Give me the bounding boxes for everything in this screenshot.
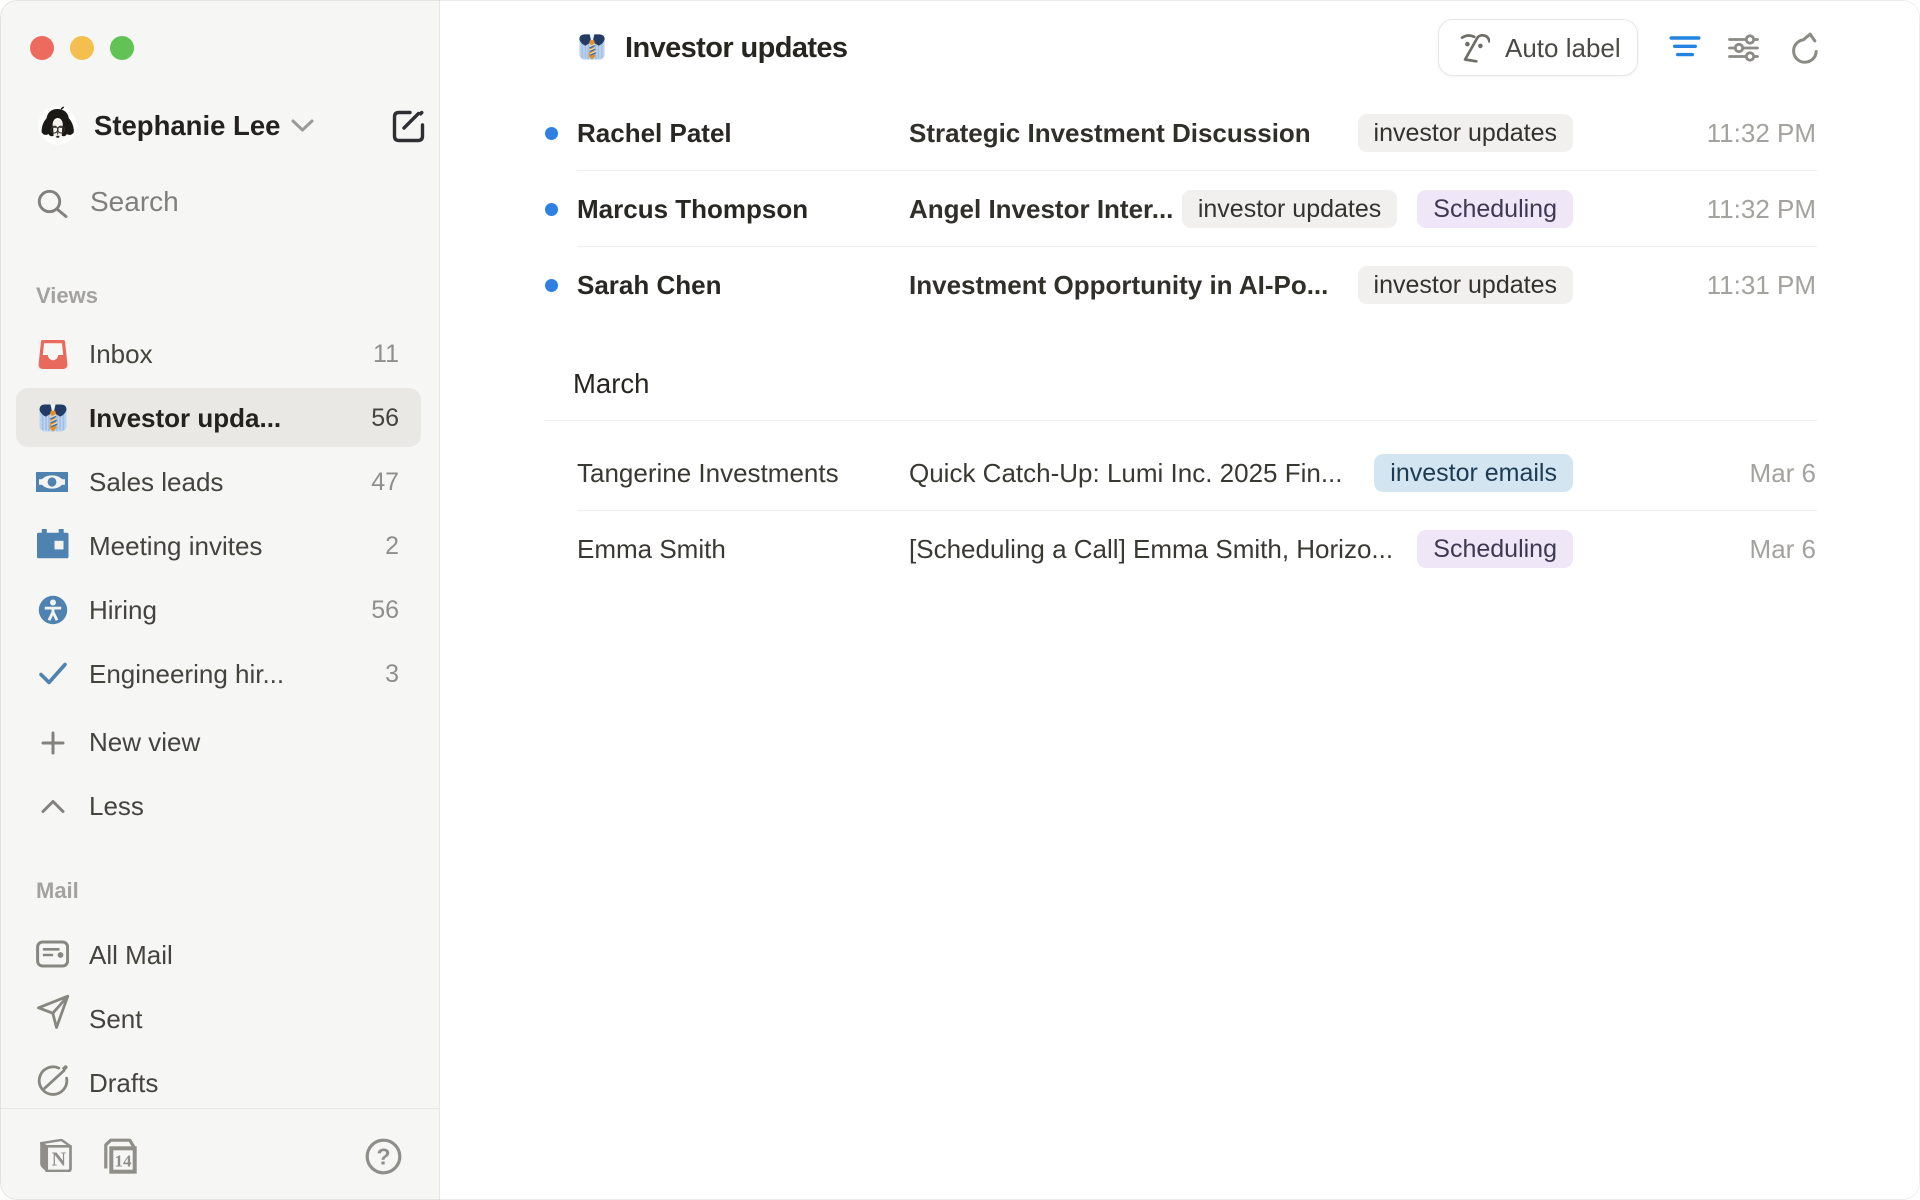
svg-text:14: 14	[115, 1152, 133, 1171]
svg-text:?: ?	[376, 1144, 390, 1170]
svg-text:N: N	[52, 1149, 67, 1171]
